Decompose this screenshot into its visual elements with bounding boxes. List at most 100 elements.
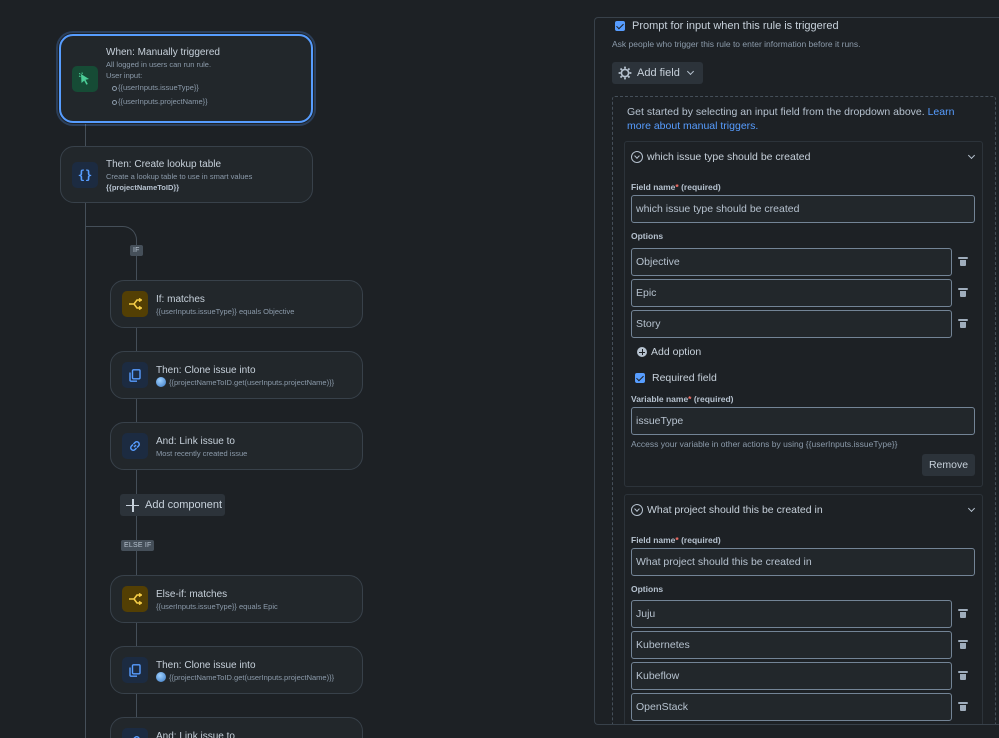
lookup-line2: {{projectNameToID}} — [106, 182, 304, 193]
collapse-chevron-icon[interactable] — [631, 151, 643, 163]
link-issue-card[interactable]: And: Link issue to Most recently created… — [110, 422, 363, 470]
checkbox-checked-icon[interactable] — [615, 21, 625, 31]
trigger-input-item: {{userInputs.issueType}} — [106, 81, 303, 95]
clone-sub-row: {{projectNameToID.get(userInputs.project… — [156, 377, 354, 388]
variable-help-text: Access your variable in other actions by… — [631, 439, 898, 449]
required-suffix: (required) — [691, 394, 734, 404]
gear-icon — [618, 66, 632, 80]
link-icon — [122, 433, 148, 459]
prompt-help-text: Ask people who trigger this rule to ente… — [612, 39, 861, 49]
lookup-variable: {{projectNameToID}} — [106, 183, 180, 192]
add-component-button[interactable]: Add component — [120, 494, 225, 516]
field-name-input[interactable]: What project should this be created in — [631, 548, 975, 576]
connector — [85, 203, 86, 738]
link-title: And: Link issue to — [156, 731, 235, 738]
option-input[interactable]: Kubeflow — [631, 662, 952, 690]
add-option-label: Add option — [651, 346, 702, 358]
required-field-checkbox[interactable]: Required field — [635, 372, 717, 384]
lookup-line1: Create a lookup table to use in smart va… — [106, 172, 253, 181]
else-if-tag: ELSE IF — [121, 540, 155, 551]
trigger-input-item: {{userInputs.projectName}} — [106, 95, 303, 109]
trigger-card[interactable]: When: Manually triggered All logged in u… — [59, 34, 313, 123]
prompt-for-input-label: Prompt for input when this rule is trigg… — [632, 20, 839, 32]
link-issue-card[interactable]: And: Link issue to — [110, 717, 363, 738]
add-circle-icon — [637, 347, 647, 357]
trash-icon[interactable] — [958, 671, 968, 680]
trash-icon[interactable] — [958, 702, 968, 711]
input-field-card: What project should this be created in F… — [624, 494, 983, 724]
if-tag: IF — [130, 245, 143, 256]
field-collapse-header[interactable]: What project should this be created in — [631, 502, 976, 518]
field-name-label: Field name* (required) — [631, 182, 721, 192]
plus-icon — [126, 498, 139, 512]
if-title: If: matches — [156, 294, 205, 305]
cursor-click-icon — [72, 65, 98, 92]
clone-issue-card[interactable]: Then: Clone issue into {{projectNameToID… — [110, 351, 363, 399]
link-title: And: Link issue to — [156, 436, 235, 447]
field-name-input[interactable]: which issue type should be created — [631, 195, 975, 223]
clone-sub-row: {{projectNameToID.get(userInputs.project… — [156, 672, 354, 683]
option-input[interactable]: Epic — [631, 279, 952, 307]
lookup-table-card[interactable]: {} Then: Create lookup table Create a lo… — [60, 146, 313, 203]
options-label: Options — [631, 231, 664, 241]
required-suffix: (required) — [678, 535, 721, 545]
intro-text-body: Get started by selecting an input field … — [627, 106, 928, 118]
prompt-for-input-checkbox[interactable]: Prompt for input when this rule is trigg… — [615, 20, 839, 32]
variable-name-input[interactable]: issueType — [631, 407, 975, 435]
clone-title: Then: Clone issue into — [156, 365, 256, 376]
clone-issue-card[interactable]: Then: Clone issue into {{projectNameToID… — [110, 646, 363, 694]
project-avatar-icon — [156, 377, 166, 387]
variable-name-label: Variable name* (required) — [631, 394, 734, 404]
option-input[interactable]: Juju — [631, 600, 952, 628]
project-avatar-icon — [156, 672, 166, 682]
clone-title: Then: Clone issue into — [156, 660, 256, 671]
option-input[interactable]: Objective — [631, 248, 952, 276]
chevron-down-icon[interactable] — [967, 504, 976, 513]
trigger-line2: User input: — [106, 71, 143, 80]
else-if-title: Else-if: matches — [156, 589, 228, 600]
clone-sub: {{projectNameToID.get(userInputs.project… — [169, 378, 335, 387]
trash-icon[interactable] — [958, 640, 968, 649]
trigger-line1: All logged in users can run rule. — [106, 60, 212, 69]
field-name-label-text: Field name — [631, 182, 676, 192]
add-field-label: Add field — [637, 67, 680, 79]
clone-sub: {{projectNameToID.get(userInputs.project… — [169, 673, 335, 682]
options-label: Options — [631, 584, 664, 594]
option-input[interactable]: OpenStack — [631, 693, 952, 721]
remove-field-button[interactable]: Remove — [922, 454, 975, 476]
if-condition-card[interactable]: If: matches {{userInputs.issueType}} equ… — [110, 280, 363, 328]
connector — [85, 123, 86, 147]
field-name-label-text: Field name — [631, 535, 676, 545]
lookup-title: Then: Create lookup table — [106, 159, 222, 170]
add-component-label: Add component — [145, 499, 223, 511]
else-if-condition-card[interactable]: Else-if: matches {{userInputs.issueType}… — [110, 575, 363, 623]
trash-icon[interactable] — [958, 609, 968, 618]
chevron-down-icon[interactable] — [967, 151, 976, 160]
add-field-dropdown[interactable]: Add field — [612, 62, 703, 84]
field-header-title: which issue type should be created — [647, 151, 811, 163]
copy-icon — [122, 362, 148, 388]
curly-braces-icon: {} — [72, 161, 98, 188]
if-sub: {{userInputs.issueType}} equals Objectiv… — [156, 307, 295, 316]
required-field-label: Required field — [652, 372, 717, 384]
trash-icon[interactable] — [958, 319, 968, 328]
collapse-chevron-icon[interactable] — [631, 504, 643, 516]
intro-text: Get started by selecting an input field … — [627, 105, 977, 133]
field-name-label: Field name* (required) — [631, 535, 721, 545]
link-icon — [122, 728, 148, 738]
field-collapse-header[interactable]: which issue type should be created — [631, 149, 976, 165]
chevron-down-icon — [686, 67, 694, 76]
variable-name-label-text: Variable name — [631, 394, 689, 404]
checkbox-checked-icon[interactable] — [635, 373, 645, 383]
trigger-title: When: Manually triggered — [106, 47, 220, 58]
rule-canvas: When: Manually triggered All logged in u… — [0, 0, 590, 738]
option-input[interactable]: Story — [631, 310, 952, 338]
trash-icon[interactable] — [958, 257, 968, 266]
link-sub: Most recently created issue — [156, 449, 248, 458]
copy-icon — [122, 657, 148, 683]
required-suffix: (required) — [678, 182, 721, 192]
add-option-button[interactable]: Add option — [637, 346, 701, 358]
trash-icon[interactable] — [958, 288, 968, 297]
option-input[interactable]: Kubernetes — [631, 631, 952, 659]
input-fields-area: Get started by selecting an input field … — [612, 96, 996, 724]
